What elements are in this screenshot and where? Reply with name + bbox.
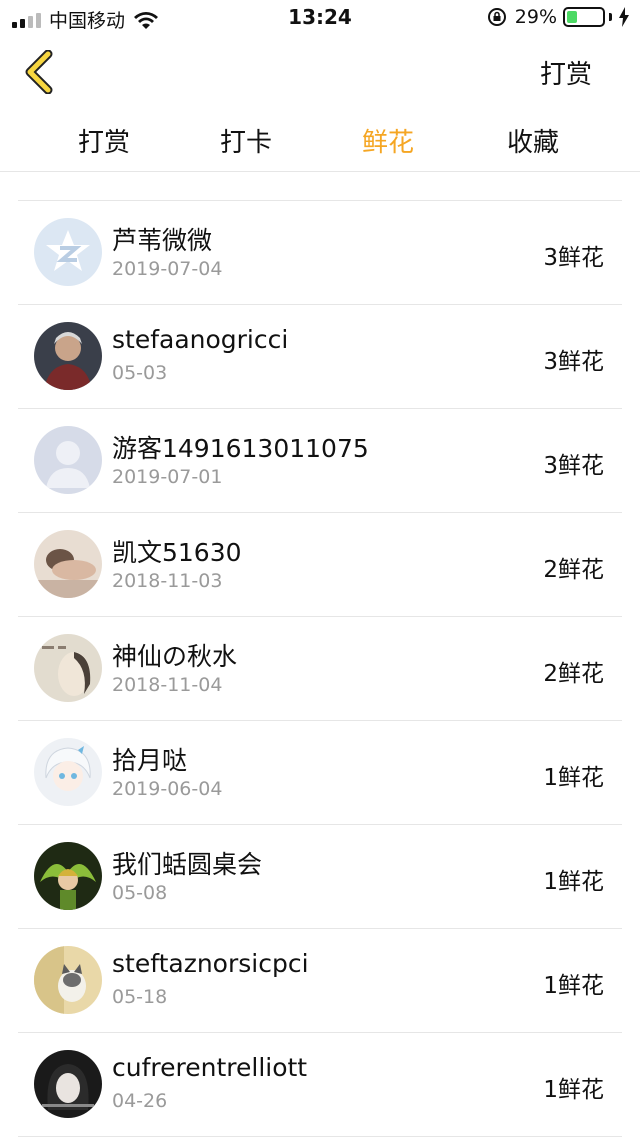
user-photo-icon <box>34 634 102 702</box>
avatar <box>34 218 102 286</box>
flower-count: 3鲜花 <box>543 453 604 479</box>
tab-flowers[interactable]: 鲜花 <box>362 122 414 159</box>
gift-date: 2018-11-04 <box>112 674 223 696</box>
user-name: 芦苇微微 <box>112 226 213 255</box>
user-photo-icon <box>34 1050 102 1118</box>
cat-photo-icon <box>34 946 102 1014</box>
user-name: 我们蛞圆桌会 <box>112 850 263 879</box>
navigation-bar: 打赏 <box>0 36 640 108</box>
avatar <box>34 322 102 390</box>
list-item[interactable]: stefaanogricci 05-03 3鲜花 <box>18 305 622 409</box>
battery-percent: 29% <box>514 6 557 28</box>
back-arrow-icon[interactable] <box>22 50 62 94</box>
gift-date: 2018-11-03 <box>112 570 223 592</box>
gift-date: 2019-07-04 <box>112 258 223 280</box>
flower-count: 1鲜花 <box>543 973 604 999</box>
tab-favorites[interactable]: 收藏 <box>507 122 559 159</box>
list-item[interactable]: 我们蛞圆桌会 05-08 1鲜花 <box>18 825 622 929</box>
list-item[interactable]: steftaznorsicpci 05-18 1鲜花 <box>18 929 622 1033</box>
tab-checkin[interactable]: 打卡 <box>220 122 272 159</box>
flower-count: 1鲜花 <box>543 765 604 791</box>
user-name: stefaanogricci <box>112 325 289 354</box>
guest-silhouette-icon <box>34 426 102 494</box>
status-right: 29% <box>487 6 630 28</box>
user-name: 游客1491613011075 <box>112 434 369 463</box>
status-bar: 中国移动 13:24 29% <box>0 0 640 36</box>
list-item[interactable]: 游客1491613011075 2019-07-01 3鲜花 <box>18 409 622 513</box>
charging-bolt-icon <box>619 7 629 27</box>
flower-count: 1鲜花 <box>543 1077 604 1103</box>
user-name: cufrerentrelliott <box>112 1053 308 1082</box>
list-item[interactable]: 凯文51630 2018-11-03 2鲜花 <box>18 513 622 617</box>
list-item[interactable]: cufrerentrelliott 04-26 1鲜花 <box>18 1033 622 1137</box>
user-photo-icon <box>34 322 102 390</box>
avatar <box>34 634 102 702</box>
gift-date: 04-26 <box>112 1090 168 1112</box>
avatar <box>34 842 102 910</box>
gift-date: 05-18 <box>112 986 168 1008</box>
tab-reward[interactable]: 打赏 <box>78 122 130 159</box>
list-item[interactable]: 芦苇微微 2019-07-04 3鲜花 <box>18 201 622 305</box>
avatar <box>34 1050 102 1118</box>
list-item-partial <box>18 173 622 201</box>
avatar <box>34 426 102 494</box>
reward-button[interactable]: 打赏 <box>540 54 592 91</box>
flower-list[interactable]: 芦苇微微 2019-07-04 3鲜花 stefaanogricci 05-03… <box>0 173 640 1139</box>
anime-avatar-icon <box>34 738 102 806</box>
tab-bar: 打赏 打卡 鲜花 收藏 <box>0 108 640 172</box>
list-item[interactable]: 拾月哒 2019-06-04 1鲜花 <box>18 721 622 825</box>
orientation-lock-icon <box>487 8 506 26</box>
gift-date: 05-03 <box>112 362 168 384</box>
gift-date: 05-08 <box>112 882 168 904</box>
user-name: 凯文51630 <box>112 538 242 567</box>
flower-count: 1鲜花 <box>543 869 604 895</box>
user-name: 神仙の秋水 <box>112 642 238 671</box>
battery-cap <box>609 13 612 21</box>
user-photo-icon <box>34 842 102 910</box>
user-name: 拾月哒 <box>112 746 188 775</box>
gift-date: 2019-07-01 <box>112 466 223 488</box>
user-photo-icon <box>34 530 102 598</box>
avatar <box>34 530 102 598</box>
flower-count: 3鲜花 <box>543 349 604 375</box>
battery-icon <box>563 7 605 27</box>
default-z-avatar-icon <box>34 218 102 286</box>
battery-level-fill <box>567 11 577 23</box>
flower-count: 2鲜花 <box>543 557 604 583</box>
avatar <box>34 946 102 1014</box>
gift-date: 2019-06-04 <box>112 778 223 800</box>
list-item[interactable]: 神仙の秋水 2018-11-04 2鲜花 <box>18 617 622 721</box>
avatar <box>34 738 102 806</box>
flower-count: 2鲜花 <box>543 661 604 687</box>
flower-count: 3鲜花 <box>543 245 604 271</box>
user-name: steftaznorsicpci <box>112 949 309 978</box>
